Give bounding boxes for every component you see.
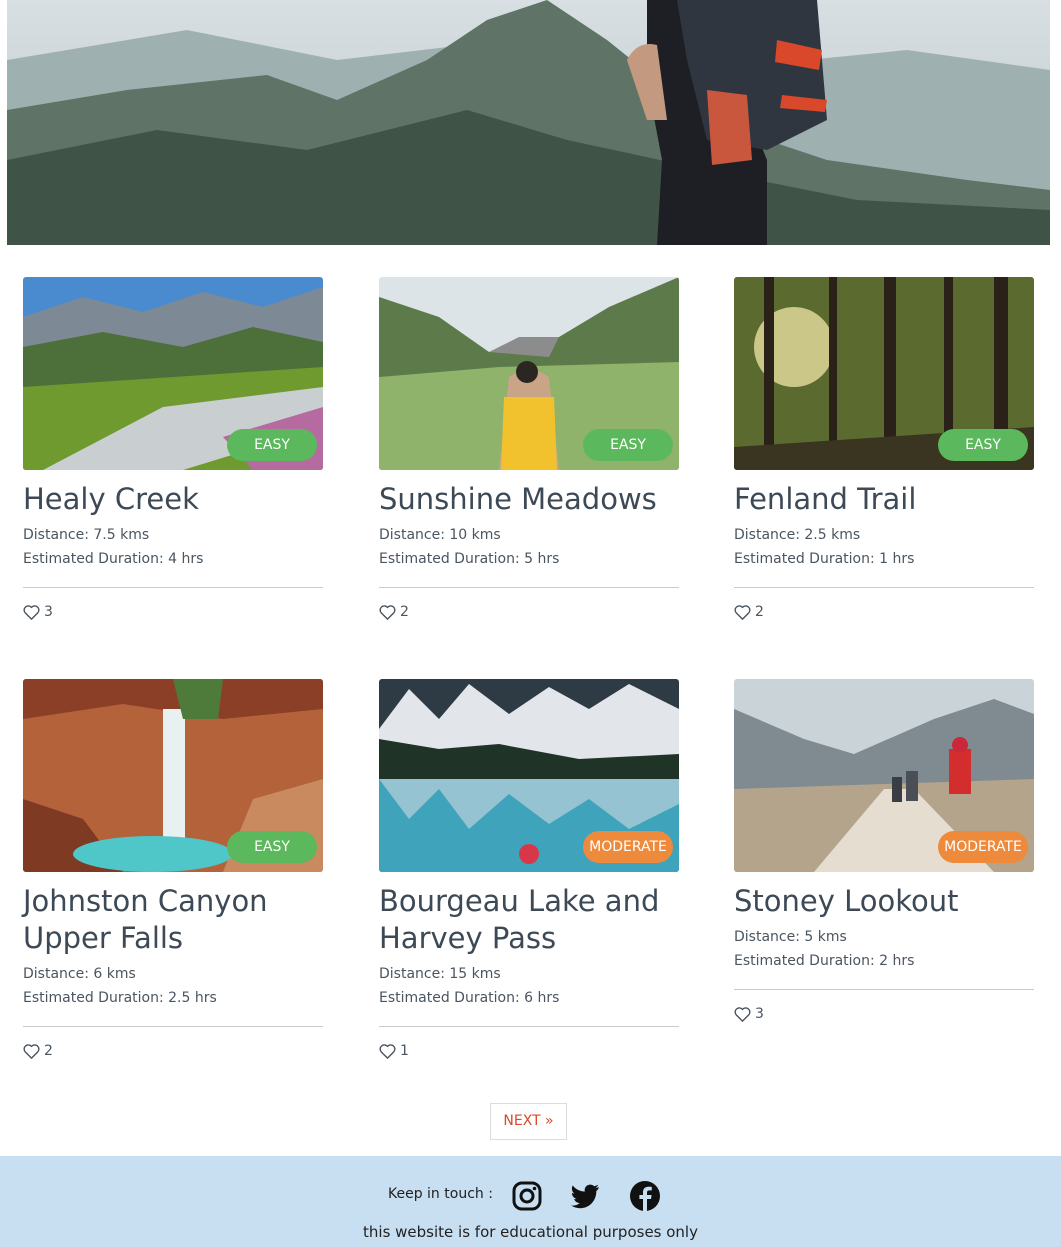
trail-details: Distance: 2.5 kms Estimated Duration: 1 … <box>734 523 1034 571</box>
card-divider <box>23 1026 323 1027</box>
like-count: 3 <box>755 1006 764 1022</box>
trail-card[interactable]: EASY Fenland Trail Distance: 2.5 kms Est… <box>734 277 1034 620</box>
trail-details: Distance: 7.5 kms Estimated Duration: 4 … <box>23 523 323 571</box>
trail-title[interactable]: Stoney Lookout <box>734 883 1034 920</box>
likes-row: 2 <box>379 604 679 620</box>
trail-card[interactable]: MODERATE Stoney Lookout Distance: 5 kms … <box>734 679 1034 1022</box>
trail-photo[interactable]: EASY <box>23 277 323 470</box>
trail-card[interactable]: EASY Healy Creek Distance: 7.5 kms Estim… <box>23 277 323 620</box>
trail-duration: Estimated Duration: 1 hrs <box>734 551 915 567</box>
trail-title[interactable]: Healy Creek <box>23 481 323 518</box>
trail-card[interactable]: MODERATE Bourgeau Lake and Harvey Pass D… <box>379 679 679 1059</box>
trail-title[interactable]: Johnston Canyon Upper Falls <box>23 883 323 957</box>
trail-photo[interactable]: MODERATE <box>379 679 679 872</box>
trail-duration: Estimated Duration: 6 hrs <box>379 990 560 1006</box>
trail-duration: Estimated Duration: 2.5 hrs <box>23 990 217 1006</box>
trail-photo[interactable]: EASY <box>734 277 1034 470</box>
card-divider <box>734 989 1034 990</box>
trail-photo[interactable]: EASY <box>23 679 323 872</box>
heart-icon[interactable] <box>734 604 751 620</box>
difficulty-badge: EASY <box>227 429 317 461</box>
instagram-icon[interactable] <box>511 1180 543 1212</box>
trail-distance: Distance: 15 kms <box>379 966 501 982</box>
trail-distance: Distance: 2.5 kms <box>734 527 861 543</box>
trail-title[interactable]: Bourgeau Lake and Harvey Pass <box>379 883 679 957</box>
likes-row: 1 <box>379 1043 679 1059</box>
like-count: 3 <box>44 604 53 620</box>
trail-details: Distance: 10 kms Estimated Duration: 5 h… <box>379 523 679 571</box>
difficulty-badge: MODERATE <box>938 831 1028 863</box>
trail-card[interactable]: EASY Johnston Canyon Upper Falls Distanc… <box>23 679 323 1059</box>
heart-icon[interactable] <box>379 604 396 620</box>
trail-photo[interactable]: MODERATE <box>734 679 1034 872</box>
trail-photo[interactable]: EASY <box>379 277 679 470</box>
like-count: 2 <box>400 604 409 620</box>
trail-duration: Estimated Duration: 4 hrs <box>23 551 204 567</box>
trail-duration: Estimated Duration: 5 hrs <box>379 551 560 567</box>
trail-title[interactable]: Fenland Trail <box>734 481 1034 518</box>
hero-image <box>7 0 1050 245</box>
hero-banner <box>7 0 1050 245</box>
heart-icon[interactable] <box>23 604 40 620</box>
keep-in-touch-label: Keep in touch : <box>388 1186 493 1202</box>
trail-distance: Distance: 5 kms <box>734 929 847 945</box>
footer-note: this website is for educational purposes… <box>363 1223 698 1241</box>
trail-card[interactable]: EASY Sunshine Meadows Distance: 10 kms E… <box>379 277 679 620</box>
heart-icon[interactable] <box>23 1043 40 1059</box>
like-count: 2 <box>44 1043 53 1059</box>
heart-icon[interactable] <box>379 1043 396 1059</box>
difficulty-badge: MODERATE <box>583 831 673 863</box>
card-divider <box>734 587 1034 588</box>
heart-icon[interactable] <box>734 1006 751 1022</box>
likes-row: 2 <box>734 604 1034 620</box>
card-divider <box>379 587 679 588</box>
trail-details: Distance: 5 kms Estimated Duration: 2 hr… <box>734 925 1034 973</box>
trail-distance: Distance: 6 kms <box>23 966 136 982</box>
facebook-icon[interactable] <box>629 1180 661 1212</box>
likes-row: 3 <box>23 604 323 620</box>
difficulty-badge: EASY <box>227 831 317 863</box>
trail-duration: Estimated Duration: 2 hrs <box>734 953 915 969</box>
difficulty-badge: EASY <box>583 429 673 461</box>
like-count: 1 <box>400 1043 409 1059</box>
trail-distance: Distance: 10 kms <box>379 527 501 543</box>
difficulty-badge: EASY <box>938 429 1028 461</box>
like-count: 2 <box>755 604 764 620</box>
twitter-icon[interactable] <box>569 1180 601 1212</box>
card-divider <box>379 1026 679 1027</box>
trail-details: Distance: 6 kms Estimated Duration: 2.5 … <box>23 962 323 1010</box>
trail-distance: Distance: 7.5 kms <box>23 527 150 543</box>
card-divider <box>23 587 323 588</box>
trail-title[interactable]: Sunshine Meadows <box>379 481 679 518</box>
likes-row: 3 <box>734 1006 1034 1022</box>
likes-row: 2 <box>23 1043 323 1059</box>
next-page-button[interactable]: NEXT » <box>490 1103 567 1140</box>
trail-details: Distance: 15 kms Estimated Duration: 6 h… <box>379 962 679 1010</box>
